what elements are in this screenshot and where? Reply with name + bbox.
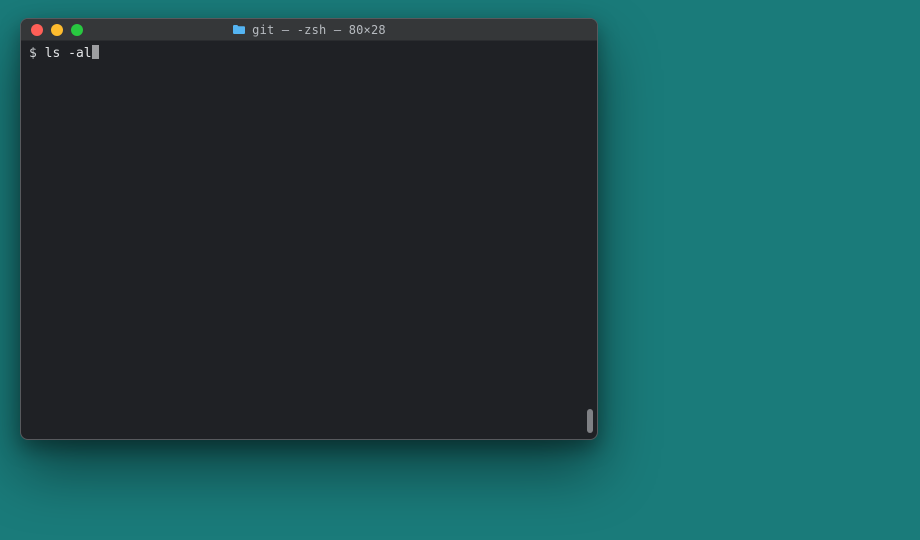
cursor (92, 45, 99, 59)
terminal-body[interactable]: $ ls -al (21, 41, 597, 439)
close-button[interactable] (31, 24, 43, 36)
window-title: git — -zsh — 80×28 (252, 23, 386, 37)
folder-icon (232, 24, 246, 35)
scrollbar-thumb[interactable] (587, 409, 593, 433)
prompt-symbol: $ (29, 46, 45, 61)
command-text: ls -al (45, 46, 92, 61)
window-title-wrap: git — -zsh — 80×28 (21, 23, 597, 37)
window-titlebar[interactable]: git — -zsh — 80×28 (21, 19, 597, 41)
window-controls (21, 24, 83, 36)
minimize-button[interactable] (51, 24, 63, 36)
terminal-window: git — -zsh — 80×28 $ ls -al (20, 18, 598, 440)
prompt-line: $ ls -al (29, 45, 589, 63)
maximize-button[interactable] (71, 24, 83, 36)
